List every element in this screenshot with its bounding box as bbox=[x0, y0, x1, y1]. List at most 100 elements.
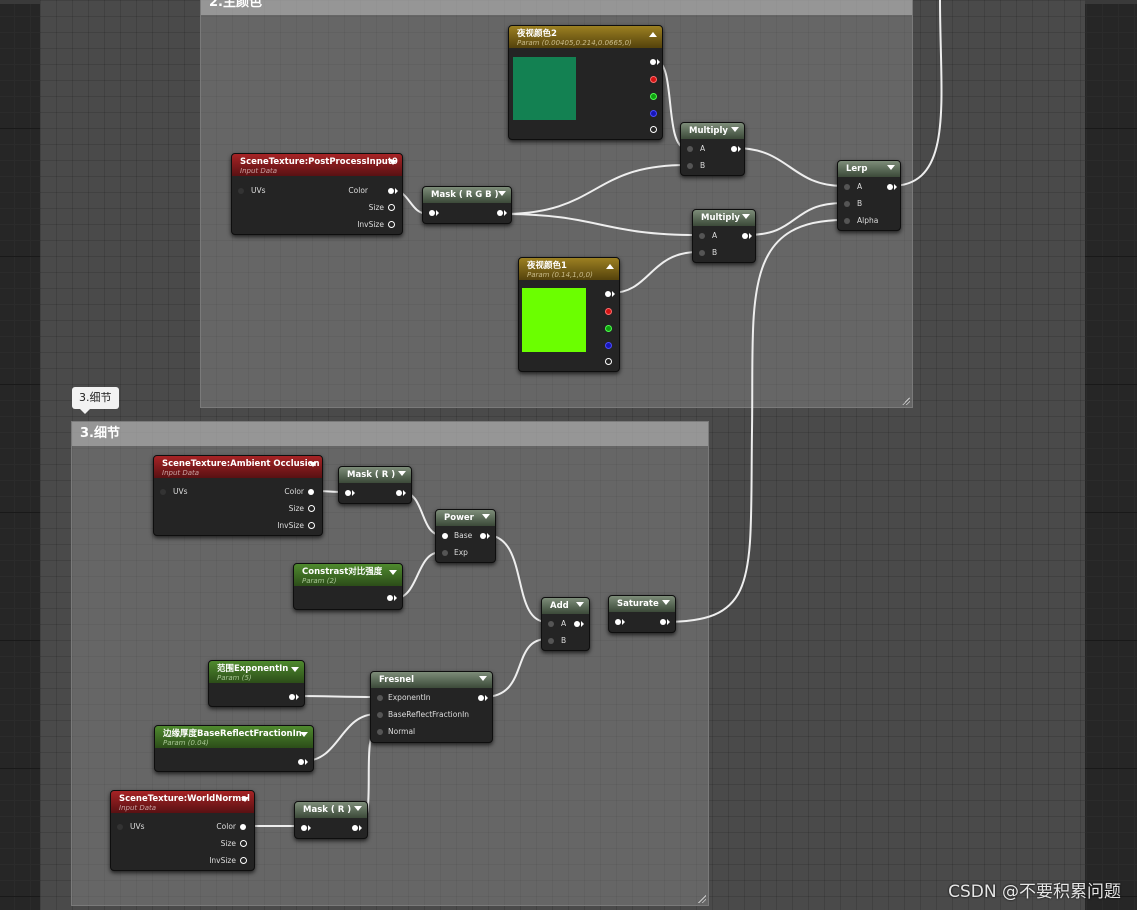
node-header[interactable]: 夜视颜色2 Param (0.00405,0.214,0.0665,0) bbox=[509, 26, 662, 48]
output-pin-invsize[interactable] bbox=[240, 857, 247, 864]
output-pin-r[interactable] bbox=[605, 308, 612, 315]
collapse-arrow-icon[interactable] bbox=[241, 797, 249, 802]
input-pin-base[interactable] bbox=[442, 533, 448, 539]
material-graph-canvas[interactable]: 2.主颜色 3.细节 3.细节 夜视颜色2 Param (0.00405,0.2… bbox=[0, 0, 1137, 910]
output-pin-b[interactable] bbox=[605, 342, 612, 349]
input-pin[interactable] bbox=[301, 825, 307, 831]
input-pin-uvs[interactable] bbox=[160, 489, 166, 495]
node-header[interactable]: Power bbox=[436, 510, 495, 526]
input-pin-a[interactable] bbox=[844, 184, 850, 190]
node-header[interactable]: Mask ( R G B ) bbox=[423, 187, 511, 203]
node-header[interactable]: SceneTexture:Ambient Occlusion Input Dat… bbox=[154, 456, 322, 478]
output-pin-size[interactable] bbox=[308, 505, 315, 512]
output-pin[interactable] bbox=[574, 621, 580, 627]
input-pin-b[interactable] bbox=[548, 638, 554, 644]
node-header[interactable]: Mask ( R ) bbox=[339, 467, 411, 483]
collapse-arrow-icon[interactable] bbox=[482, 514, 490, 519]
input-pin-uvs[interactable] bbox=[117, 824, 123, 830]
input-pin-a[interactable] bbox=[699, 233, 705, 239]
input-pin-basereflectfractionin[interactable] bbox=[377, 712, 383, 718]
input-pin-exponentin[interactable] bbox=[377, 695, 383, 701]
collapse-arrow-icon[interactable] bbox=[354, 806, 362, 811]
output-pin[interactable] bbox=[387, 595, 393, 601]
collapse-arrow-icon[interactable] bbox=[731, 127, 739, 132]
output-pin-rgb[interactable] bbox=[605, 291, 611, 297]
output-pin-color[interactable] bbox=[388, 188, 394, 194]
node-night-color-2[interactable]: 夜视颜色2 Param (0.00405,0.214,0.0665,0) bbox=[508, 25, 663, 140]
output-pin[interactable] bbox=[298, 759, 304, 765]
node-lerp[interactable]: Lerp A B Alpha bbox=[837, 160, 901, 231]
collapse-arrow-icon[interactable] bbox=[887, 165, 895, 170]
output-pin-g[interactable] bbox=[605, 325, 612, 332]
node-saturate[interactable]: Saturate bbox=[608, 595, 676, 633]
node-mask-r-1[interactable]: Mask ( R ) bbox=[338, 466, 412, 504]
node-header[interactable]: 范围ExponentIn Param (5) bbox=[209, 661, 304, 683]
node-header[interactable]: 边缘厚度BaseReflectFractionIn Param (0.04) bbox=[155, 726, 313, 748]
input-pin-b[interactable] bbox=[687, 163, 693, 169]
node-header[interactable]: SceneTexture:WorldNormal Input Data bbox=[111, 791, 254, 813]
output-pin-size[interactable] bbox=[240, 840, 247, 847]
output-pin-color[interactable] bbox=[240, 824, 246, 830]
output-pin-rgb[interactable] bbox=[650, 59, 656, 65]
output-pin[interactable] bbox=[396, 490, 402, 496]
node-scenetexture-postprocessinput0[interactable]: SceneTexture:PostProcessInput0 Input Dat… bbox=[231, 153, 403, 235]
collapse-arrow-icon[interactable] bbox=[300, 732, 308, 737]
node-header[interactable]: Multiply bbox=[693, 210, 755, 226]
node-power[interactable]: Power Base Exp bbox=[435, 509, 496, 563]
input-pin[interactable] bbox=[345, 490, 351, 496]
node-header[interactable]: Fresnel bbox=[371, 672, 492, 688]
output-pin-size[interactable] bbox=[388, 204, 395, 211]
output-pin[interactable] bbox=[742, 233, 748, 239]
node-header[interactable]: Saturate bbox=[609, 596, 675, 612]
collapse-arrow-icon[interactable] bbox=[291, 667, 299, 672]
output-pin[interactable] bbox=[887, 184, 893, 190]
output-pin-g[interactable] bbox=[650, 93, 657, 100]
node-fresnel[interactable]: Fresnel ExponentIn BaseReflectFractionIn… bbox=[370, 671, 493, 743]
node-header[interactable]: SceneTexture:PostProcessInput0 Input Dat… bbox=[232, 154, 402, 176]
input-pin-a[interactable] bbox=[687, 146, 693, 152]
node-night-color-1[interactable]: 夜视颜色1 Param (0.14,1,0,0) bbox=[518, 257, 620, 372]
input-pin[interactable] bbox=[429, 210, 435, 216]
output-pin[interactable] bbox=[660, 619, 666, 625]
input-pin-normal[interactable] bbox=[377, 729, 383, 735]
collapse-arrow-icon[interactable] bbox=[742, 214, 750, 219]
output-pin-b[interactable] bbox=[650, 110, 657, 117]
input-pin[interactable] bbox=[615, 619, 621, 625]
node-header[interactable]: Lerp bbox=[838, 161, 900, 177]
output-pin-r[interactable] bbox=[650, 76, 657, 83]
node-header[interactable]: Mask ( R ) bbox=[295, 802, 367, 818]
collapse-arrow-icon[interactable] bbox=[649, 32, 657, 37]
output-pin[interactable] bbox=[352, 825, 358, 831]
node-range-exponent-param[interactable]: 范围ExponentIn Param (5) bbox=[208, 660, 305, 707]
collapse-arrow-icon[interactable] bbox=[576, 602, 584, 607]
collapse-arrow-icon[interactable] bbox=[498, 191, 506, 196]
node-header[interactable]: Constrast对比强度 Param (2) bbox=[294, 564, 402, 586]
output-pin[interactable] bbox=[289, 694, 295, 700]
collapse-arrow-icon[interactable] bbox=[309, 462, 317, 467]
node-edge-thickness-param[interactable]: 边缘厚度BaseReflectFractionIn Param (0.04) bbox=[154, 725, 314, 772]
node-header[interactable]: Add bbox=[542, 598, 589, 614]
output-pin-invsize[interactable] bbox=[308, 522, 315, 529]
input-pin-alpha[interactable] bbox=[844, 218, 850, 224]
node-multiply-1[interactable]: Multiply A B bbox=[680, 122, 745, 176]
output-pin[interactable] bbox=[731, 146, 737, 152]
output-pin-a[interactable] bbox=[650, 126, 657, 133]
collapse-arrow-icon[interactable] bbox=[398, 471, 406, 476]
collapse-arrow-icon[interactable] bbox=[662, 600, 670, 605]
input-pin-a[interactable] bbox=[548, 621, 554, 627]
node-contrast-param[interactable]: Constrast对比强度 Param (2) bbox=[293, 563, 403, 610]
output-pin-a[interactable] bbox=[605, 358, 612, 365]
node-scenetexture-worldnormal[interactable]: SceneTexture:WorldNormal Input Data UVs … bbox=[110, 790, 255, 871]
input-pin-b[interactable] bbox=[699, 250, 705, 256]
collapse-arrow-icon[interactable] bbox=[389, 160, 397, 165]
collapse-arrow-icon[interactable] bbox=[479, 676, 487, 681]
node-multiply-2[interactable]: Multiply A B bbox=[692, 209, 756, 263]
node-header[interactable]: Multiply bbox=[681, 123, 744, 139]
output-pin[interactable] bbox=[497, 210, 503, 216]
node-mask-r-2[interactable]: Mask ( R ) bbox=[294, 801, 368, 839]
input-pin-b[interactable] bbox=[844, 201, 850, 207]
node-header[interactable]: 夜视颜色1 Param (0.14,1,0,0) bbox=[519, 258, 619, 280]
input-pin-exp[interactable] bbox=[442, 550, 448, 556]
node-scenetexture-ambient-occlusion[interactable]: SceneTexture:Ambient Occlusion Input Dat… bbox=[153, 455, 323, 536]
collapse-arrow-icon[interactable] bbox=[606, 264, 614, 269]
